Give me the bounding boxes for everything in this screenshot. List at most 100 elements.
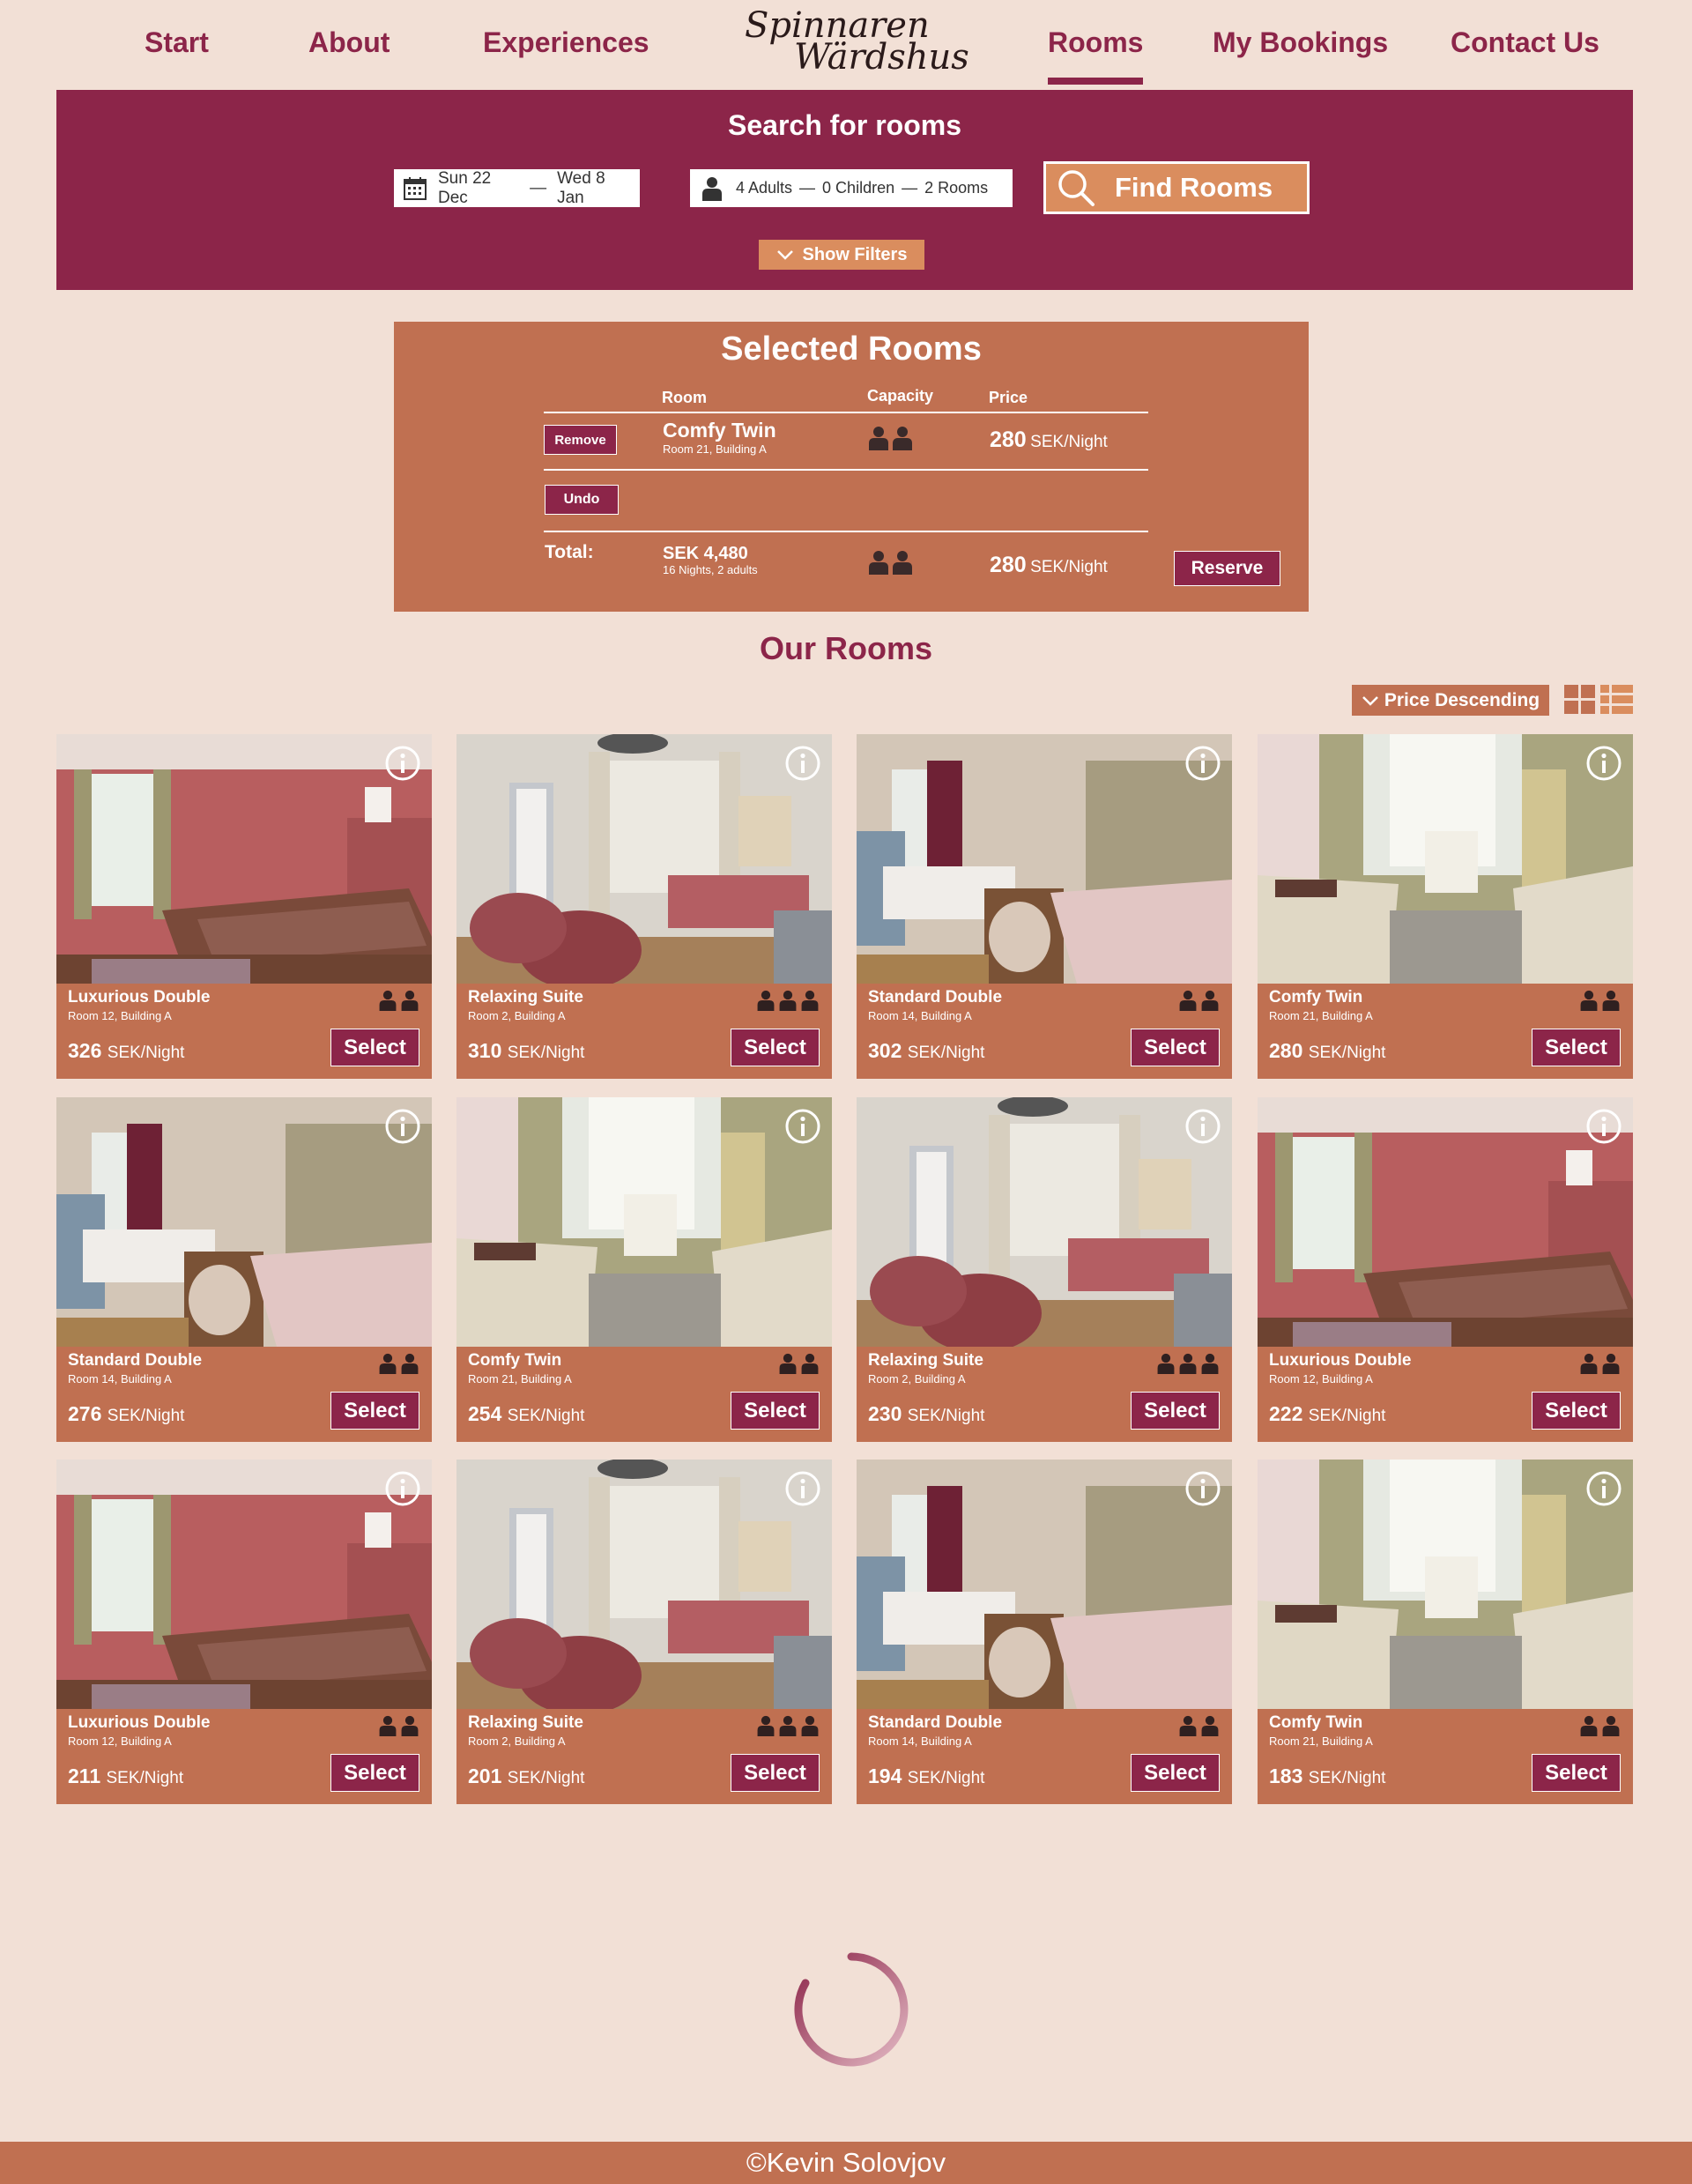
undo-button[interactable]: Undo	[545, 485, 619, 515]
date-to: Wed 8 Jan	[557, 168, 605, 207]
room-card[interactable]: Comfy Twin Room 21, Building A 183 SEK/N…	[1258, 1460, 1633, 1804]
children-count: 0 Children	[822, 179, 895, 197]
person-icon	[869, 427, 888, 450]
search-panel: Search for rooms Sun 22 Dec — Wed 8 Jan	[56, 90, 1633, 290]
guests-separator-1: —	[799, 179, 816, 197]
info-icon[interactable]	[784, 1108, 821, 1149]
person-icon	[400, 990, 419, 1011]
select-button[interactable]: Select	[731, 1029, 820, 1066]
room-card[interactable]: Relaxing Suite Room 2, Building A 230 SE…	[857, 1097, 1232, 1442]
info-icon[interactable]	[384, 1470, 421, 1512]
divider	[544, 469, 1148, 471]
nav-experiences[interactable]: Experiences	[483, 26, 649, 59]
info-icon[interactable]	[1585, 1108, 1622, 1149]
reserve-button[interactable]: Reserve	[1174, 551, 1280, 586]
info-icon[interactable]	[1184, 1470, 1221, 1512]
info-icon[interactable]	[1184, 745, 1221, 786]
room-photo	[456, 1460, 832, 1709]
select-button[interactable]: Select	[1131, 1392, 1220, 1430]
person-icon	[400, 1353, 419, 1374]
info-icon[interactable]	[384, 1108, 421, 1149]
room-price-line: 222 SEK/Night	[1269, 1402, 1385, 1426]
room-card[interactable]: Relaxing Suite Room 2, Building A 201 SE…	[456, 1460, 832, 1804]
select-button[interactable]: Select	[330, 1754, 419, 1792]
search-title: Search for rooms	[728, 109, 961, 141]
footer: ©Kevin Solovjov	[0, 2142, 1692, 2184]
room-price-unit: SEK/Night	[1308, 1769, 1386, 1787]
person-icon	[1200, 1353, 1220, 1374]
logo[interactable]: Spinnaren Wärdshus	[745, 5, 969, 79]
room-card[interactable]: Luxurious Double Room 12, Building A 211…	[56, 1460, 432, 1804]
room-card[interactable]: Standard Double Room 14, Building A 276 …	[56, 1097, 432, 1442]
info-icon[interactable]	[784, 1470, 821, 1512]
select-button[interactable]: Select	[1131, 1754, 1220, 1792]
room-card[interactable]: Relaxing Suite Room 2, Building A 310 SE…	[456, 734, 832, 1079]
loading-spinner	[794, 1952, 909, 2067]
info-icon[interactable]	[784, 745, 821, 786]
room-photo	[857, 1097, 1232, 1347]
room-price-unit: SEK/Night	[1308, 1044, 1386, 1062]
select-button[interactable]: Select	[1131, 1029, 1220, 1066]
select-button[interactable]: Select	[330, 1029, 419, 1066]
room-capacity	[1178, 990, 1220, 1011]
room-card[interactable]: Standard Double Room 14, Building A 194 …	[857, 1460, 1232, 1804]
nav-start[interactable]: Start	[145, 26, 209, 59]
person-icon	[778, 1353, 798, 1374]
divider	[544, 531, 1148, 532]
select-button[interactable]: Select	[731, 1392, 820, 1430]
select-button[interactable]: Select	[1532, 1754, 1621, 1792]
show-filters-label: Show Filters	[802, 244, 908, 264]
info-icon[interactable]	[1585, 745, 1622, 786]
show-filters-button[interactable]: Show Filters	[759, 240, 924, 270]
select-button[interactable]: Select	[330, 1392, 419, 1430]
selected-price-unit: SEK/Night	[1030, 433, 1108, 451]
info-icon[interactable]	[1184, 1108, 1221, 1149]
nav-my-bookings[interactable]: My Bookings	[1213, 26, 1388, 59]
room-photo	[456, 734, 832, 984]
select-button[interactable]: Select	[1532, 1029, 1621, 1066]
select-button[interactable]: Select	[731, 1754, 820, 1792]
room-capacity	[1156, 1353, 1220, 1374]
room-capacity	[1178, 1715, 1220, 1736]
nav-about[interactable]: About	[308, 26, 390, 59]
room-card[interactable]: Luxurious Double Room 12, Building A 326…	[56, 734, 432, 1079]
room-name: Comfy Twin	[1269, 1713, 1363, 1732]
remove-button[interactable]: Remove	[544, 425, 617, 455]
room-price: 326	[68, 1039, 102, 1062]
room-price: 230	[868, 1402, 902, 1425]
room-location: Room 12, Building A	[68, 1009, 172, 1022]
room-price: 302	[868, 1039, 902, 1062]
info-icon[interactable]	[384, 745, 421, 786]
date-range-field[interactable]: Sun 22 Dec — Wed 8 Jan	[394, 169, 640, 207]
room-name: Standard Double	[68, 1351, 203, 1370]
room-price-line: 310 SEK/Night	[468, 1039, 584, 1063]
selected-room-name: Comfy Twin	[663, 419, 776, 442]
room-price: 183	[1269, 1764, 1303, 1787]
room-card[interactable]: Luxurious Double Room 12, Building A 222…	[1258, 1097, 1633, 1442]
info-icon[interactable]	[1585, 1470, 1622, 1512]
find-rooms-button[interactable]: Find Rooms	[1043, 161, 1310, 214]
room-card[interactable]: Comfy Twin Room 21, Building A 254 SEK/N…	[456, 1097, 832, 1442]
room-price-unit: SEK/Night	[507, 1407, 585, 1425]
person-icon	[378, 990, 397, 1011]
sort-dropdown[interactable]: Price Descending	[1352, 685, 1549, 716]
guests-field[interactable]: 4 Adults — 0 Children — 2 Rooms	[690, 169, 1013, 207]
nav-contact[interactable]: Contact Us	[1451, 26, 1599, 59]
nav-rooms[interactable]: Rooms	[1048, 26, 1144, 85]
room-price: 211	[68, 1764, 101, 1787]
person-icon	[1579, 1353, 1599, 1374]
grid-view-icon[interactable]	[1564, 685, 1596, 716]
room-photo	[857, 1460, 1232, 1709]
room-card[interactable]: Comfy Twin Room 21, Building A 280 SEK/N…	[1258, 734, 1633, 1079]
col-capacity-header: Capacity	[867, 387, 934, 405]
selected-room-location: Room 21, Building A	[663, 442, 767, 456]
room-photo	[857, 734, 1232, 984]
selected-rooms-panel: Selected Rooms Room Capacity Price Remov…	[394, 322, 1309, 612]
room-name: Relaxing Suite	[468, 1713, 583, 1732]
room-price-unit: SEK/Night	[106, 1769, 184, 1787]
calendar-icon	[403, 175, 427, 202]
room-card[interactable]: Standard Double Room 14, Building A 302 …	[857, 734, 1232, 1079]
room-price-line: 302 SEK/Night	[868, 1039, 984, 1063]
list-view-icon[interactable]	[1600, 685, 1633, 716]
select-button[interactable]: Select	[1532, 1392, 1621, 1430]
